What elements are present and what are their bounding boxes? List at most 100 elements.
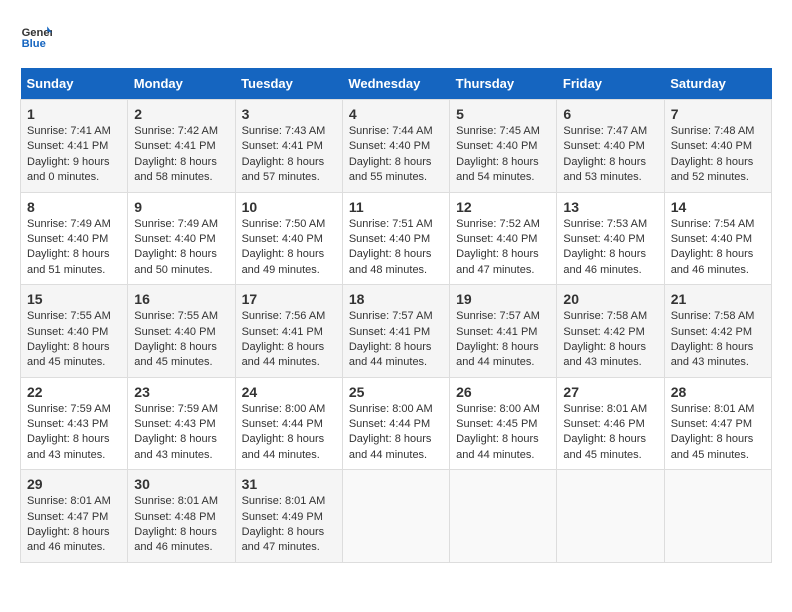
day-number: 13 [563, 199, 657, 215]
day-info: Sunrise: 7:44 AMSunset: 4:40 PMDaylight:… [349, 124, 443, 186]
day-number: 28 [671, 384, 765, 400]
day-cell: 14 Sunrise: 7:54 AMSunset: 4:40 PMDayligh… [664, 192, 771, 285]
day-cell: 23 Sunrise: 7:59 AMSunset: 4:43 PMDayligh… [128, 377, 235, 470]
day-info: Sunrise: 7:52 AMSunset: 4:40 PMDaylight:… [456, 217, 550, 279]
day-info: Sunrise: 7:45 AMSunset: 4:40 PMDaylight:… [456, 124, 550, 186]
day-number: 6 [563, 106, 657, 122]
day-info: Sunrise: 8:00 AMSunset: 4:44 PMDaylight:… [349, 402, 443, 464]
day-number: 8 [27, 199, 121, 215]
day-number: 24 [242, 384, 336, 400]
calendar-table: SundayMondayTuesdayWednesdayThursdayFrid… [20, 68, 772, 563]
header-cell-thursday: Thursday [450, 68, 557, 100]
day-cell: 15Sunrise: 7:55 AMSunset: 4:40 PMDayligh… [21, 285, 128, 378]
day-cell: 1 Sunrise: 7:41 AMSunset: 4:41 PMDaylight… [21, 100, 128, 193]
day-info: Sunrise: 7:49 AMSunset: 4:40 PMDaylight:… [27, 217, 121, 279]
day-number: 27 [563, 384, 657, 400]
week-row-4: 22 Sunrise: 7:59 AMSunset: 4:43 PMDayligh… [21, 377, 772, 470]
day-info: Sunrise: 7:59 AMSunset: 4:43 PMDaylight:… [134, 402, 228, 464]
day-info: Sunrise: 8:01 AMSunset: 4:46 PMDaylight:… [563, 402, 657, 464]
day-info: Sunrise: 7:57 AMSunset: 4:41 PMDaylight:… [349, 309, 443, 371]
day-cell: 10 Sunrise: 7:50 AMSunset: 4:40 PMDayligh… [235, 192, 342, 285]
day-info: Sunrise: 7:56 AMSunset: 4:41 PMDaylight:… [242, 309, 336, 371]
header-row: SundayMondayTuesdayWednesdayThursdayFrid… [21, 68, 772, 100]
day-number: 9 [134, 199, 228, 215]
day-number: 21 [671, 291, 765, 307]
day-number: 1 [27, 106, 121, 122]
day-cell: 24 Sunrise: 8:00 AMSunset: 4:44 PMDayligh… [235, 377, 342, 470]
svg-text:Blue: Blue [22, 38, 46, 50]
day-cell: 19 Sunrise: 7:57 AMSunset: 4:41 PMDayligh… [450, 285, 557, 378]
day-cell: 12 Sunrise: 7:52 AMSunset: 4:40 PMDayligh… [450, 192, 557, 285]
day-info: Sunrise: 7:51 AMSunset: 4:40 PMDaylight:… [349, 217, 443, 279]
day-number: 16 [134, 291, 228, 307]
day-info: Sunrise: 8:01 AMSunset: 4:47 PMDaylight:… [671, 402, 765, 464]
day-info: Sunrise: 8:01 AMSunset: 4:48 PMDaylight:… [134, 494, 228, 556]
day-cell: 11Sunrise: 7:51 AMSunset: 4:40 PMDayligh… [342, 192, 449, 285]
day-cell [450, 470, 557, 563]
day-number: 3 [242, 106, 336, 122]
day-cell: 26 Sunrise: 8:00 AMSunset: 4:45 PMDayligh… [450, 377, 557, 470]
day-number: 12 [456, 199, 550, 215]
day-number: 14 [671, 199, 765, 215]
day-number: 30 [134, 476, 228, 492]
day-cell: 13 Sunrise: 7:53 AMSunset: 4:40 PMDayligh… [557, 192, 664, 285]
day-info: Sunrise: 8:00 AMSunset: 4:44 PMDaylight:… [242, 402, 336, 464]
day-cell [664, 470, 771, 563]
day-info: Sunrise: 7:53 AMSunset: 4:40 PMDaylight:… [563, 217, 657, 279]
day-cell: 18Sunrise: 7:57 AMSunset: 4:41 PMDayligh… [342, 285, 449, 378]
day-cell: 6 Sunrise: 7:47 AMSunset: 4:40 PMDaylight… [557, 100, 664, 193]
day-cell: 5Sunrise: 7:45 AMSunset: 4:40 PMDaylight… [450, 100, 557, 193]
day-info: Sunrise: 8:00 AMSunset: 4:45 PMDaylight:… [456, 402, 550, 464]
day-number: 4 [349, 106, 443, 122]
day-info: Sunrise: 7:55 AMSunset: 4:40 PMDaylight:… [134, 309, 228, 371]
day-cell: 17 Sunrise: 7:56 AMSunset: 4:41 PMDayligh… [235, 285, 342, 378]
logo: General Blue [20, 20, 56, 52]
day-info: Sunrise: 7:43 AMSunset: 4:41 PMDaylight:… [242, 124, 336, 186]
day-cell: 30 Sunrise: 8:01 AMSunset: 4:48 PMDayligh… [128, 470, 235, 563]
day-cell: 27 Sunrise: 8:01 AMSunset: 4:46 PMDayligh… [557, 377, 664, 470]
day-cell: 7Sunrise: 7:48 AMSunset: 4:40 PMDaylight… [664, 100, 771, 193]
header-cell-sunday: Sunday [21, 68, 128, 100]
day-cell: 25 Sunrise: 8:00 AMSunset: 4:44 PMDayligh… [342, 377, 449, 470]
day-number: 23 [134, 384, 228, 400]
header-cell-friday: Friday [557, 68, 664, 100]
day-number: 15 [27, 291, 121, 307]
day-cell: 29Sunrise: 8:01 AMSunset: 4:47 PMDayligh… [21, 470, 128, 563]
day-info: Sunrise: 7:48 AMSunset: 4:40 PMDaylight:… [671, 124, 765, 186]
week-row-5: 29Sunrise: 8:01 AMSunset: 4:47 PMDayligh… [21, 470, 772, 563]
day-cell: 22 Sunrise: 7:59 AMSunset: 4:43 PMDayligh… [21, 377, 128, 470]
day-number: 2 [134, 106, 228, 122]
day-number: 20 [563, 291, 657, 307]
week-row-2: 8 Sunrise: 7:49 AMSunset: 4:40 PMDaylight… [21, 192, 772, 285]
day-number: 25 [349, 384, 443, 400]
day-info: Sunrise: 7:58 AMSunset: 4:42 PMDaylight:… [563, 309, 657, 371]
header-cell-wednesday: Wednesday [342, 68, 449, 100]
day-cell: 28 Sunrise: 8:01 AMSunset: 4:47 PMDayligh… [664, 377, 771, 470]
day-number: 31 [242, 476, 336, 492]
day-info: Sunrise: 7:50 AMSunset: 4:40 PMDaylight:… [242, 217, 336, 279]
header-cell-monday: Monday [128, 68, 235, 100]
week-row-1: 1 Sunrise: 7:41 AMSunset: 4:41 PMDaylight… [21, 100, 772, 193]
day-cell: 31 Sunrise: 8:01 AMSunset: 4:49 PMDayligh… [235, 470, 342, 563]
day-number: 17 [242, 291, 336, 307]
day-info: Sunrise: 7:47 AMSunset: 4:40 PMDaylight:… [563, 124, 657, 186]
day-info: Sunrise: 7:41 AMSunset: 4:41 PMDaylight:… [27, 124, 121, 186]
day-info: Sunrise: 7:42 AMSunset: 4:41 PMDaylight:… [134, 124, 228, 186]
day-cell: 16 Sunrise: 7:55 AMSunset: 4:40 PMDayligh… [128, 285, 235, 378]
day-info: Sunrise: 7:49 AMSunset: 4:40 PMDaylight:… [134, 217, 228, 279]
day-number: 26 [456, 384, 550, 400]
day-cell [342, 470, 449, 563]
day-info: Sunrise: 7:57 AMSunset: 4:41 PMDaylight:… [456, 309, 550, 371]
day-number: 19 [456, 291, 550, 307]
day-cell: 4 Sunrise: 7:44 AMSunset: 4:40 PMDaylight… [342, 100, 449, 193]
day-cell: 3 Sunrise: 7:43 AMSunset: 4:41 PMDaylight… [235, 100, 342, 193]
day-info: Sunrise: 7:59 AMSunset: 4:43 PMDaylight:… [27, 402, 121, 464]
day-number: 10 [242, 199, 336, 215]
day-info: Sunrise: 7:58 AMSunset: 4:42 PMDaylight:… [671, 309, 765, 371]
day-cell: 2 Sunrise: 7:42 AMSunset: 4:41 PMDaylight… [128, 100, 235, 193]
day-info: Sunrise: 8:01 AMSunset: 4:49 PMDaylight:… [242, 494, 336, 556]
day-number: 22 [27, 384, 121, 400]
header-cell-saturday: Saturday [664, 68, 771, 100]
day-cell: 8 Sunrise: 7:49 AMSunset: 4:40 PMDaylight… [21, 192, 128, 285]
day-info: Sunrise: 7:54 AMSunset: 4:40 PMDaylight:… [671, 217, 765, 279]
